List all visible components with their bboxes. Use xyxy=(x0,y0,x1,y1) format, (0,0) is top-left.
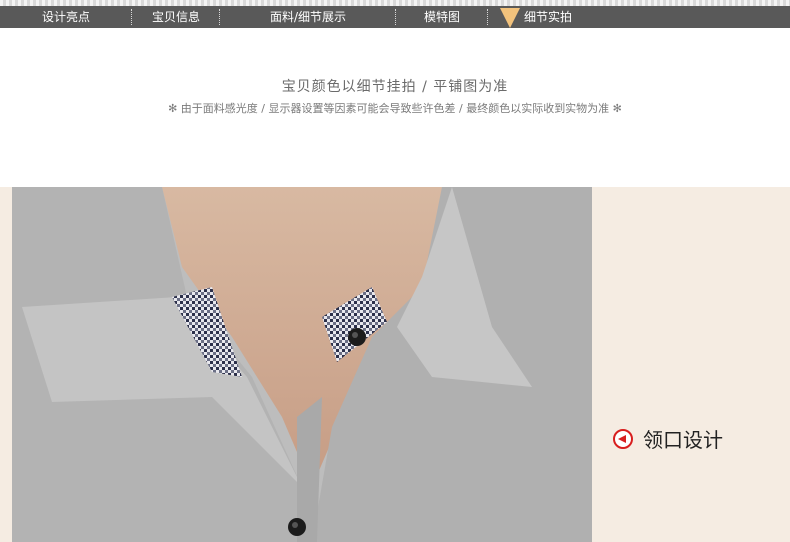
caption-text: 领口设计 xyxy=(643,428,723,452)
nav-bar: 设计亮点 宝贝信息 面料/细节展示 模特图 细节实拍 xyxy=(0,6,790,28)
detail-caption: 领口设计 xyxy=(613,424,723,453)
section-title: 宝贝颜色以细节挂拍 / 平铺图为准 xyxy=(281,79,509,95)
nav-tab-label: 宝贝信息 xyxy=(151,10,200,24)
active-tab-marker-icon xyxy=(500,8,520,28)
nav-tab-label: 面料/细节展示 xyxy=(269,10,347,24)
top-navigation: 设计亮点 宝贝信息 面料/细节展示 模特图 细节实拍 xyxy=(0,0,790,30)
nav-tab-label: 模特图 xyxy=(423,10,460,24)
nav-tab-fabric-details[interactable]: 面料/细节展示 xyxy=(220,6,396,28)
collar-photo-illustration xyxy=(12,187,592,542)
collar-photo xyxy=(12,187,592,542)
nav-tab-model-photos[interactable]: 模特图 xyxy=(396,6,488,28)
left-arrow-circle-icon xyxy=(613,428,633,449)
color-notice: ✻ 由于面料感光度 / 显示器设置等因素可能会导致些许色差 / 最终颜色以实际收… xyxy=(168,102,622,115)
nav-tab-product-info[interactable]: 宝贝信息 xyxy=(132,6,220,28)
nav-tab-design-highlights[interactable]: 设计亮点 xyxy=(0,6,132,28)
nav-tab-label: 细节实拍 xyxy=(523,10,572,24)
nav-tab-label: 设计亮点 xyxy=(41,10,90,24)
